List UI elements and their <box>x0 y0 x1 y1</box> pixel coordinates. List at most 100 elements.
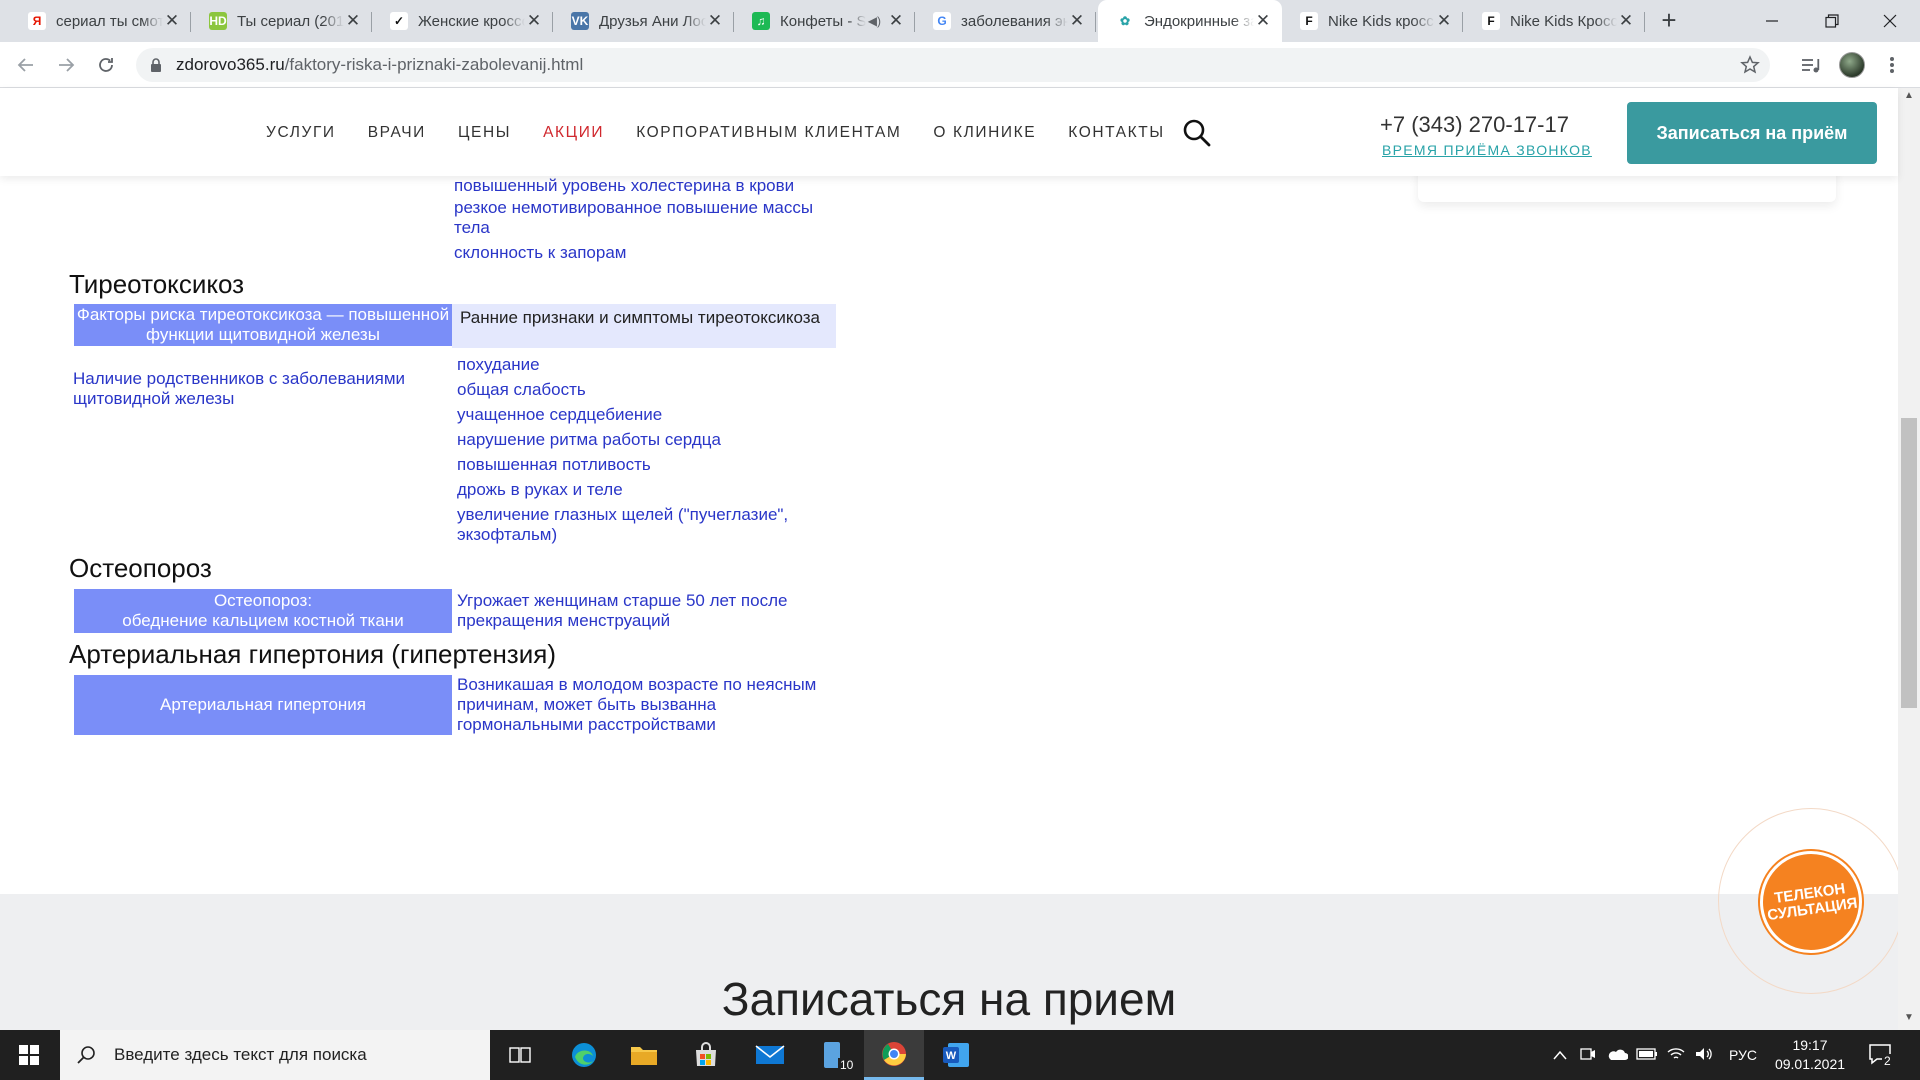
browser-tab[interactable]: VK Друзья Ани Лоскутовой✕ <box>553 0 734 42</box>
symptom-item: нарушение ритма работы сердца <box>457 430 721 449</box>
chevron-up-icon[interactable] <box>1546 1047 1574 1063</box>
tab-close-icon[interactable]: ✕ <box>1068 11 1086 31</box>
notification-center-button[interactable]: 2 <box>1868 1042 1893 1071</box>
menu-item-services[interactable]: УСЛУГИ <box>266 124 336 142</box>
osteoporosis-header-line2: обеднение кальцием костной ткани <box>122 611 404 630</box>
taskbar-app-edge[interactable] <box>554 1030 614 1080</box>
browser-tab[interactable]: F Nike Kids Кроссовки✕ <box>1464 0 1645 42</box>
taskbar-app-phone[interactable]: 10 <box>802 1030 862 1080</box>
forward-button[interactable] <box>50 49 82 81</box>
media-control-button[interactable] <box>1795 49 1827 81</box>
section-title-hypertension: Артериальная гипертония (гипертензия) <box>69 639 556 669</box>
minimize-icon <box>1766 20 1778 22</box>
restore-button[interactable] <box>1802 0 1862 42</box>
browser-menu-button[interactable] <box>1876 49 1908 81</box>
minimize-button[interactable] <box>1742 0 1802 42</box>
start-button[interactable] <box>0 1030 58 1080</box>
taskbar-app-store[interactable] <box>676 1030 736 1080</box>
scroll-thumb[interactable] <box>1901 418 1917 708</box>
tab-close-icon[interactable]: ✕ <box>1254 11 1272 31</box>
mail-badge: 10 <box>838 1058 856 1072</box>
tab-separator <box>1644 12 1645 32</box>
address-bar[interactable]: zdorovo365.ru/faktory-riska-i-priznaki-z… <box>136 48 1770 82</box>
menu-item-promotions[interactable]: АКЦИИ <box>543 124 604 142</box>
taskbar-app-word[interactable]: W <box>926 1030 986 1080</box>
scroll-down-icon[interactable]: ▼ <box>1898 1012 1920 1028</box>
wifi-icon[interactable] <box>1662 1047 1690 1064</box>
tab-audio-icon[interactable]: ◀) <box>868 14 881 28</box>
search-icon[interactable] <box>1182 118 1212 153</box>
tab-favicon-icon: VK <box>571 12 589 30</box>
avatar <box>1839 52 1865 78</box>
clock-time: 19:17 <box>1792 1037 1828 1053</box>
clock-date: 09.01.2021 <box>1774 1056 1846 1072</box>
tab-close-icon[interactable]: ✕ <box>1617 11 1635 31</box>
onedrive-icon[interactable] <box>1602 1047 1632 1064</box>
tab-title: Nike Kids Кроссовки <box>1510 12 1617 30</box>
browser-tab[interactable]: HD Ты сериал (2018) смотреть✕ <box>191 0 372 42</box>
menu-item-prices[interactable]: ЦЕНЫ <box>458 124 511 142</box>
tab-favicon-icon: Я <box>28 12 46 30</box>
taskbar-app-explorer[interactable] <box>614 1030 674 1080</box>
menu-item-about[interactable]: О КЛИНИКЕ <box>933 124 1036 142</box>
meet-now-icon[interactable] <box>1574 1047 1602 1064</box>
bookmark-star-icon[interactable] <box>1740 55 1760 80</box>
more-vertical-icon <box>1890 57 1894 73</box>
browser-tab[interactable]: ♫ Конфеты - Spotify◀) ✕ <box>734 0 915 42</box>
back-button[interactable] <box>10 49 42 81</box>
volume-icon[interactable] <box>1690 1047 1718 1064</box>
symptom-item: учащенное сердцебиение <box>457 405 663 424</box>
tab-close-icon[interactable]: ✕ <box>525 11 543 31</box>
reload-icon <box>99 58 113 72</box>
tab-close-icon[interactable]: ✕ <box>706 11 724 31</box>
taskbar-search[interactable]: Введите здесь текст для поиска <box>60 1030 490 1080</box>
windows-logo-icon <box>19 1045 39 1065</box>
chrome-icon <box>882 1041 906 1066</box>
taskbar-app-chrome[interactable] <box>864 1030 924 1080</box>
url-domain: zdorovo365.ru <box>176 55 285 74</box>
menu-item-corporate[interactable]: КОРПОРАТИВНЫМ КЛИЕНТАМ <box>636 124 901 142</box>
tab-separator <box>1462 12 1463 32</box>
call-time-link[interactable]: ВРЕМЯ ПРИЁМА ЗВОНКОВ <box>1382 142 1592 158</box>
page-scrollbar[interactable]: ▲ ▼ <box>1898 88 1920 1030</box>
osteoporosis-description: Угрожает женщинам старше 50 лет после пр… <box>457 591 788 630</box>
phone-number[interactable]: +7 (343) 270-17-17 <box>1380 112 1569 138</box>
playlist-icon <box>1802 59 1820 73</box>
tab-title: сериал ты смотреть онлайн <box>56 12 163 30</box>
browser-tab[interactable]: Gзаболевания эндокринной✕ <box>915 0 1096 42</box>
tab-favicon-icon: G <box>933 12 951 30</box>
tab-favicon-icon: ✓ <box>390 12 408 30</box>
tab-close-icon[interactable]: ✕ <box>887 11 905 31</box>
taskbar-app-mail[interactable] <box>740 1030 800 1080</box>
battery-icon[interactable] <box>1632 1047 1662 1063</box>
list-item: резкое немотивированное повышение массы … <box>454 198 814 237</box>
lock-icon <box>150 58 162 72</box>
profile-button[interactable] <box>1836 49 1868 81</box>
clock[interactable]: 19:17 09.01.2021 <box>1760 1036 1860 1074</box>
browser-tab[interactable]: Ясериал ты смотреть онлайн✕ <box>10 0 191 42</box>
booking-title: Записаться на прием <box>721 973 1177 1025</box>
browser-tab[interactable]: F Nike Kids кроссовки✕ <box>1282 0 1463 42</box>
tab-close-icon[interactable]: ✕ <box>163 11 181 31</box>
book-appointment-button[interactable]: Записаться на приём <box>1627 102 1877 164</box>
tab-favicon-icon: F <box>1482 12 1500 30</box>
tab-title: Друзья Ани Лоскутовой <box>599 12 706 30</box>
tab-close-icon[interactable]: ✕ <box>1435 11 1453 31</box>
task-view-button[interactable] <box>490 1030 550 1080</box>
reload-button[interactable] <box>90 49 122 81</box>
list-item: склонность к запорам <box>454 243 627 262</box>
close-window-button[interactable] <box>1860 0 1920 42</box>
tab-close-icon[interactable]: ✕ <box>344 11 362 31</box>
section-title-thyrotoxicosis: Тиреотоксикоз <box>69 269 245 299</box>
list-item: повышенный уровень холестерина в крови <box>454 176 795 195</box>
section-title-osteoporosis: Остеопороз <box>69 553 212 583</box>
scroll-up-icon[interactable]: ▲ <box>1898 90 1920 106</box>
windows-taskbar: Введите здесь текст для поиска 10 W РУС … <box>0 1030 1920 1080</box>
browser-tab[interactable]: ✓ Женские кроссовки Nike✕ <box>372 0 553 42</box>
browser-tab[interactable]: ✿ Эндокринные заболевания✕ <box>1098 0 1282 42</box>
menu-item-contacts[interactable]: КОНТАКТЫ <box>1068 124 1164 142</box>
arrow-left-icon <box>17 58 33 72</box>
menu-item-doctors[interactable]: ВРАЧИ <box>368 124 426 142</box>
arrow-right-icon <box>59 58 75 72</box>
new-tab-button[interactable]: + <box>1654 6 1684 36</box>
